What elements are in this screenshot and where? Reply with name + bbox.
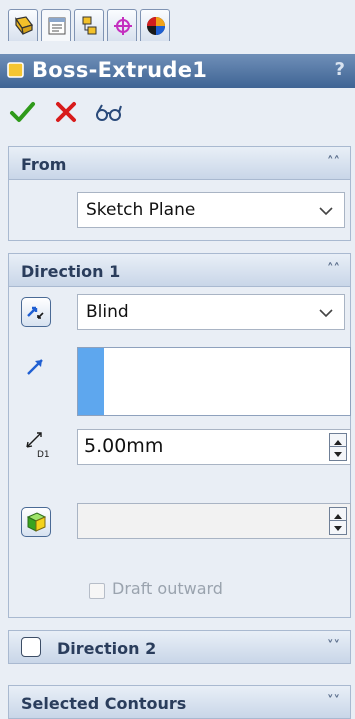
expand-chevron-icon[interactable]: ˅˅ [327, 694, 340, 709]
property-sheet-icon [48, 17, 66, 35]
collapse-chevron-icon[interactable]: ˄˄ [327, 155, 340, 170]
feature-tree-icon [15, 16, 33, 35]
help-button[interactable]: ? [335, 59, 345, 80]
boss-extrude-icon [7, 62, 24, 78]
from-group-label: From [21, 155, 67, 174]
triangle-down-icon [334, 452, 342, 457]
featuremanager-tab[interactable] [8, 9, 38, 41]
spin-up-button[interactable] [330, 434, 346, 447]
end-condition-select[interactable]: Blind [77, 294, 345, 330]
collapse-chevron-icon[interactable]: ˄˄ [327, 262, 340, 277]
depth-dimension-icon: D1 [26, 432, 50, 459]
draft-outward-checkbox[interactable] [89, 583, 105, 599]
action-buttons [0, 92, 355, 136]
display-manager-tab[interactable] [140, 9, 170, 41]
selection-focus-indicator [78, 348, 104, 415]
depth-icon-label: D1 [37, 450, 50, 459]
from-group-body: Sketch Plane [8, 180, 351, 241]
color-wheel-icon [147, 17, 165, 35]
draft-on-off-button[interactable] [21, 507, 51, 537]
direction2-group-label: Direction 2 [57, 639, 157, 658]
manager-tabs [0, 0, 355, 52]
spin-down-button[interactable] [330, 447, 346, 460]
chevron-down-icon [319, 207, 333, 216]
cancel-x-icon [56, 102, 76, 122]
direction1-group-label: Direction 1 [21, 262, 121, 281]
spin-down-button[interactable] [330, 521, 346, 534]
ok-check-icon [10, 102, 35, 122]
spin-up-button[interactable] [330, 508, 346, 521]
direction2-checkbox[interactable] [21, 637, 41, 657]
from-selected-value: Sketch Plane [86, 200, 196, 220]
chevron-down-icon [319, 309, 333, 318]
from-start-condition-select[interactable]: Sketch Plane [77, 192, 345, 228]
selected-contours-label: Selected Contours [21, 694, 187, 713]
direction-of-extrusion-selection[interactable] [77, 347, 351, 416]
draft-outward-label: Draft outward [112, 579, 223, 598]
depth-value: 5.00mm [84, 435, 164, 457]
depth-spinner[interactable] [329, 433, 347, 461]
propertymanager-tab[interactable] [41, 9, 71, 41]
crosshair-icon [114, 17, 132, 35]
direction2-group-header[interactable]: Direction 2 ˅˅ [8, 630, 351, 664]
triangle-down-icon [334, 526, 342, 531]
preview-glasses-icon [96, 104, 122, 121]
reverse-direction-icon [27, 306, 44, 319]
cancel-button[interactable] [52, 98, 80, 126]
dimxpert-tab[interactable] [107, 9, 137, 41]
configuration-icon [82, 16, 97, 35]
detailed-preview-button[interactable] [94, 98, 122, 126]
configurationmanager-tab[interactable] [74, 9, 104, 41]
reverse-direction-button[interactable] [21, 297, 51, 327]
ok-button[interactable] [8, 98, 36, 126]
propertymanager-title-bar: Boss-Extrude1 ? [0, 54, 355, 88]
selected-contours-group-header[interactable]: Selected Contours ˅˅ [8, 685, 351, 719]
feature-title: Boss-Extrude1 [32, 58, 208, 82]
direction-arrow-icon [27, 359, 43, 375]
end-condition-value: Blind [86, 302, 129, 322]
from-group-header[interactable]: From ˄˄ [8, 146, 351, 180]
draft-angle-spinner[interactable] [329, 507, 347, 535]
direction1-group-body: Blind D1 5.00mm Draft outward [8, 287, 351, 618]
expand-chevron-icon[interactable]: ˅˅ [327, 639, 340, 654]
draft-angle-input[interactable] [77, 503, 351, 539]
direction1-group-header[interactable]: Direction 1 ˄˄ [8, 253, 351, 287]
depth-input[interactable]: 5.00mm [77, 429, 351, 465]
draft-cube-icon [26, 512, 47, 532]
